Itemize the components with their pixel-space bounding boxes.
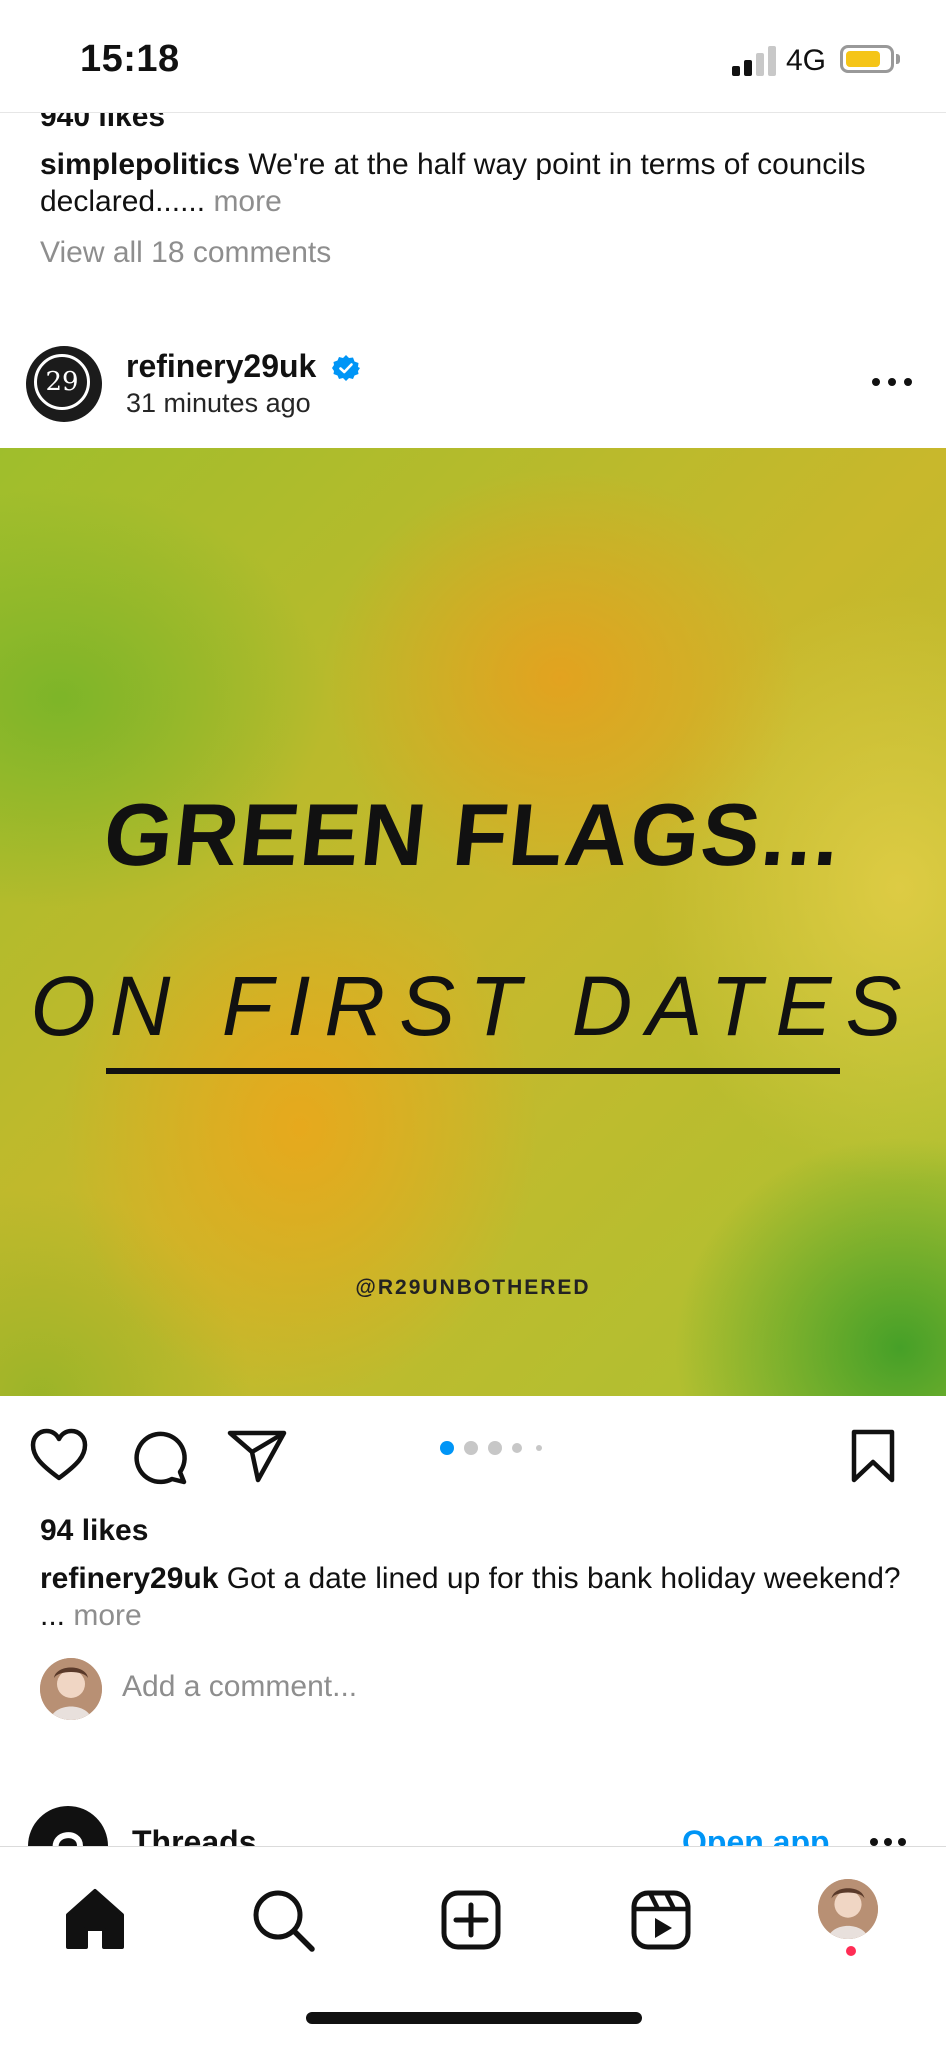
home-indicator[interactable] bbox=[306, 2012, 642, 2024]
heart-icon[interactable] bbox=[30, 1428, 88, 1482]
bookmark-icon[interactable] bbox=[850, 1428, 896, 1484]
add-comment-input[interactable]: Add a comment... bbox=[122, 1670, 357, 1704]
image-subheadline: ON FIRST DATES bbox=[30, 959, 916, 1053]
open-app-link[interactable]: Open app bbox=[682, 1824, 830, 1848]
search-icon[interactable] bbox=[248, 1885, 318, 1955]
more-options-icon[interactable] bbox=[870, 372, 914, 392]
image-handle: @R29UNBOTHERED bbox=[355, 1276, 591, 1299]
previous-post-caption[interactable]: simplepolitics We're at the half way poi… bbox=[40, 146, 900, 220]
previous-post-username[interactable]: simplepolitics bbox=[40, 148, 240, 181]
carousel-dot bbox=[536, 1445, 542, 1451]
image-underline bbox=[106, 1068, 840, 1074]
post-timestamp: 31 minutes ago bbox=[126, 388, 311, 418]
verified-badge-icon bbox=[332, 355, 360, 381]
post-author-avatar[interactable]: 29 bbox=[26, 346, 102, 422]
comment-icon[interactable] bbox=[130, 1428, 188, 1486]
post-caption[interactable]: refinery29uk Got a date lined up for thi… bbox=[40, 1560, 910, 1634]
profile-avatar[interactable] bbox=[818, 1879, 878, 1939]
carousel-dot bbox=[464, 1441, 478, 1455]
carousel-indicator bbox=[438, 1440, 558, 1456]
image-headline: GREEN FLAGS... bbox=[99, 785, 847, 884]
notification-dot bbox=[846, 1946, 856, 1956]
reels-icon[interactable] bbox=[626, 1885, 696, 1955]
battery-cap bbox=[896, 54, 900, 64]
status-bar: 15:18 4G bbox=[0, 0, 946, 113]
signal-icon bbox=[732, 46, 778, 76]
caption-username[interactable]: refinery29uk bbox=[40, 1562, 218, 1595]
post-username[interactable]: refinery29uk bbox=[126, 348, 316, 385]
network-type: 4G bbox=[786, 44, 827, 77]
post-likes[interactable]: 94 likes bbox=[40, 1514, 148, 1548]
previous-post-more-link[interactable]: more bbox=[213, 185, 281, 218]
caption-more-link[interactable]: more bbox=[73, 1599, 141, 1632]
threads-label[interactable]: Threads bbox=[132, 1824, 256, 1848]
view-all-comments-link[interactable]: View all 18 comments bbox=[40, 236, 331, 270]
post-image[interactable]: GREEN FLAGS... ON FIRST DATES @R29UNBOTH… bbox=[0, 448, 946, 1396]
threads-logo-icon bbox=[28, 1806, 108, 1848]
user-avatar bbox=[40, 1658, 102, 1720]
create-post-icon[interactable] bbox=[436, 1885, 506, 1955]
avatar-logo: 29 bbox=[34, 354, 90, 410]
carousel-dot bbox=[440, 1441, 454, 1455]
threads-suggestion: Threads Open app bbox=[0, 1800, 946, 1848]
battery-icon bbox=[840, 45, 894, 73]
home-icon[interactable] bbox=[60, 1885, 130, 1955]
carousel-dot bbox=[512, 1443, 522, 1453]
carousel-dot bbox=[488, 1441, 502, 1455]
share-icon[interactable] bbox=[226, 1428, 288, 1484]
status-time: 15:18 bbox=[80, 38, 180, 80]
